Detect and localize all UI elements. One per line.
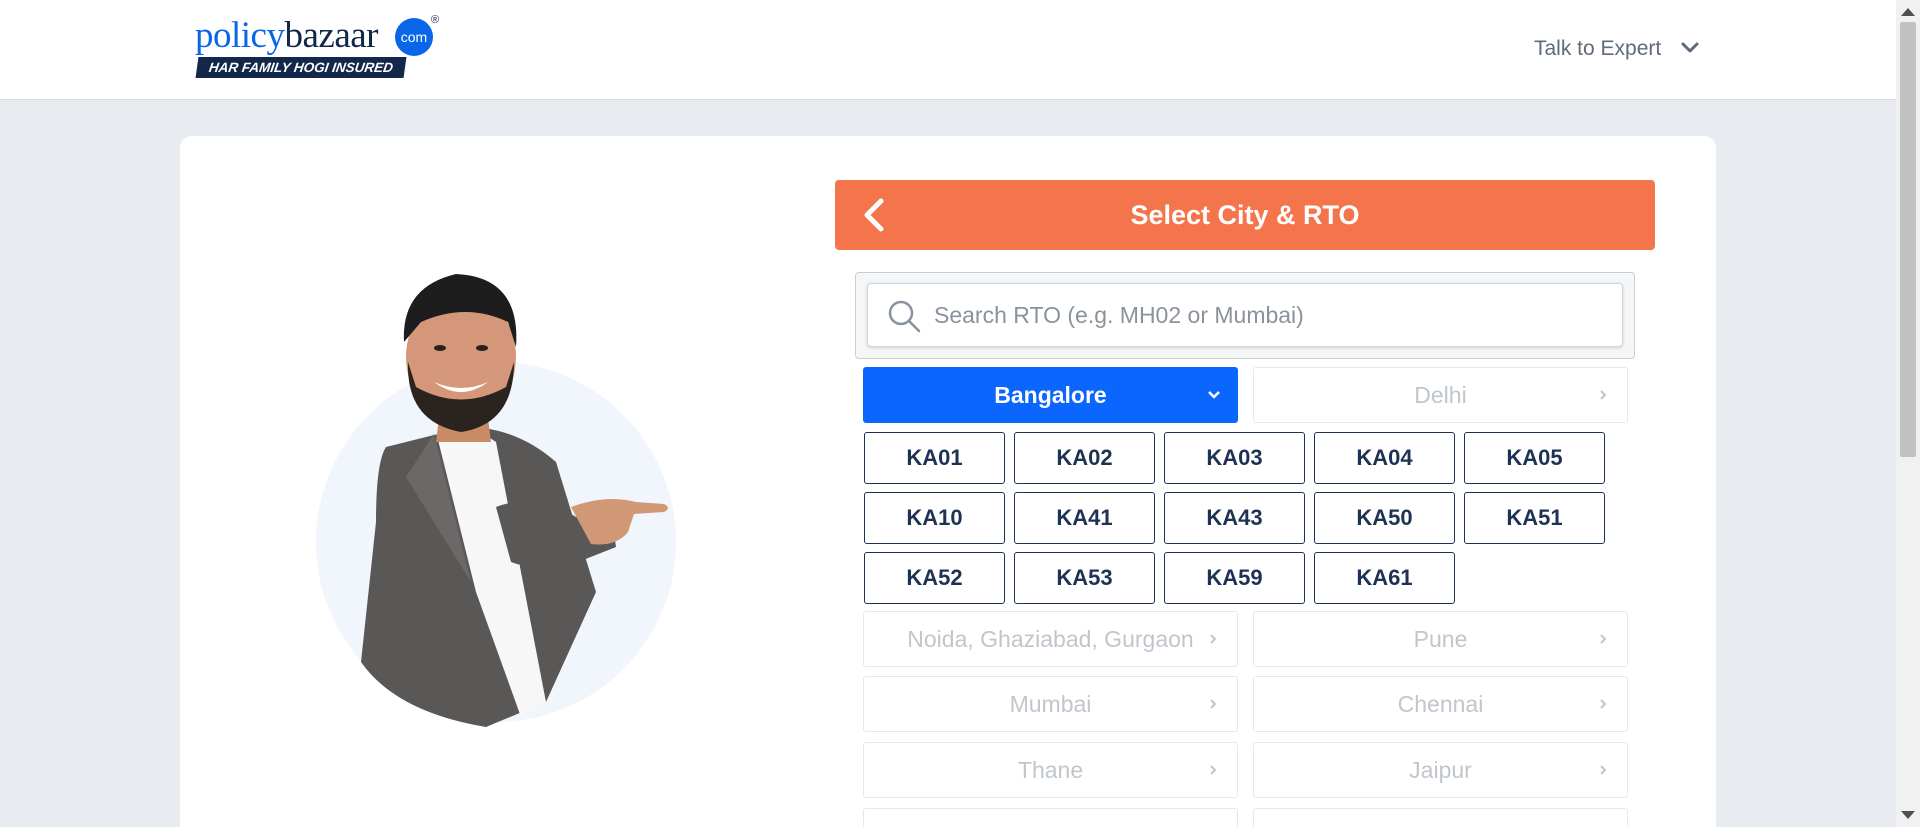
rto-code-button[interactable]: KA52 bbox=[864, 552, 1005, 604]
logo-registered-mark: ® bbox=[431, 14, 440, 26]
rto-code-button[interactable]: KA61 bbox=[1314, 552, 1455, 604]
logo-tagline: HAR FAMILY HOGI INSURED bbox=[195, 57, 407, 78]
rto-code-button[interactable]: KA43 bbox=[1164, 492, 1305, 544]
city-label: Mumbai bbox=[1009, 691, 1092, 717]
chevron-right-icon bbox=[1210, 699, 1217, 709]
city-label: Bangalore bbox=[994, 382, 1107, 408]
scroll-down-arrow-icon[interactable] bbox=[1901, 811, 1915, 819]
city-button-noida-ghaziabad-gurgaon[interactable]: Noida, Ghaziabad, Gurgaon bbox=[863, 611, 1238, 667]
city-label: Chennai bbox=[1397, 691, 1484, 717]
scrollbar-thumb[interactable] bbox=[1900, 22, 1916, 457]
rto-code-button[interactable]: KA04 bbox=[1314, 432, 1455, 484]
rto-code-button[interactable]: KA03 bbox=[1164, 432, 1305, 484]
spokesperson-image bbox=[316, 274, 676, 727]
city-button-chennai[interactable]: Chennai bbox=[1253, 676, 1628, 732]
site-header: policybazaar com ® HAR FAMILY HOGI INSUR… bbox=[0, 0, 1896, 100]
search-box[interactable] bbox=[867, 283, 1623, 347]
city-button-partial[interactable] bbox=[1253, 808, 1628, 827]
chevron-right-icon bbox=[1600, 390, 1607, 400]
chevron-right-icon bbox=[1210, 765, 1217, 775]
city-button-jaipur[interactable]: Jaipur bbox=[1253, 742, 1628, 798]
chevron-right-icon bbox=[1600, 765, 1607, 775]
chevron-right-icon bbox=[1600, 634, 1607, 644]
rto-code-button[interactable]: KA10 bbox=[864, 492, 1005, 544]
city-button-mumbai[interactable]: Mumbai bbox=[863, 676, 1238, 732]
rto-code-button[interactable]: KA02 bbox=[1014, 432, 1155, 484]
policybazaar-logo[interactable]: policybazaar com ® HAR FAMILY HOGI INSUR… bbox=[195, 14, 440, 80]
rto-code-button[interactable]: KA59 bbox=[1164, 552, 1305, 604]
city-label: Noida, Ghaziabad, Gurgaon bbox=[907, 626, 1194, 652]
city-label: Jaipur bbox=[1409, 757, 1472, 783]
rto-code-button[interactable]: KA51 bbox=[1464, 492, 1605, 544]
chevron-down-icon bbox=[1208, 391, 1220, 399]
talk-to-expert-link[interactable]: Talk to Expert bbox=[1534, 36, 1661, 62]
city-label: Pune bbox=[1413, 626, 1468, 652]
city-button-delhi[interactable]: Delhi bbox=[1253, 367, 1628, 423]
logo-wordmark: policybazaar bbox=[195, 15, 378, 56]
logo-com-badge: com bbox=[395, 18, 433, 56]
scroll-up-arrow-icon[interactable] bbox=[1901, 8, 1915, 16]
city-label: Thane bbox=[1017, 757, 1084, 783]
chevron-right-icon bbox=[1210, 634, 1217, 644]
search-icon bbox=[888, 300, 921, 333]
chevron-down-icon[interactable] bbox=[1680, 38, 1700, 58]
search-container bbox=[855, 272, 1635, 359]
city-label: Delhi bbox=[1414, 382, 1467, 408]
select-city-rto-header: Select City & RTO bbox=[835, 180, 1655, 250]
city-button-pune[interactable]: Pune bbox=[1253, 611, 1628, 667]
rto-search-input[interactable] bbox=[934, 284, 1614, 346]
city-button-partial[interactable] bbox=[863, 808, 1238, 827]
city-button-bangalore[interactable]: Bangalore bbox=[863, 367, 1238, 423]
rto-code-button[interactable]: KA41 bbox=[1014, 492, 1155, 544]
page-scrollbar[interactable] bbox=[1896, 0, 1920, 827]
rto-code-button[interactable]: KA50 bbox=[1314, 492, 1455, 544]
rto-code-button[interactable]: KA01 bbox=[864, 432, 1005, 484]
chevron-right-icon bbox=[1600, 699, 1607, 709]
rto-code-button[interactable]: KA05 bbox=[1464, 432, 1605, 484]
panel-title: Select City & RTO bbox=[1130, 200, 1360, 230]
rto-code-button[interactable]: KA53 bbox=[1014, 552, 1155, 604]
city-button-thane[interactable]: Thane bbox=[863, 742, 1238, 798]
